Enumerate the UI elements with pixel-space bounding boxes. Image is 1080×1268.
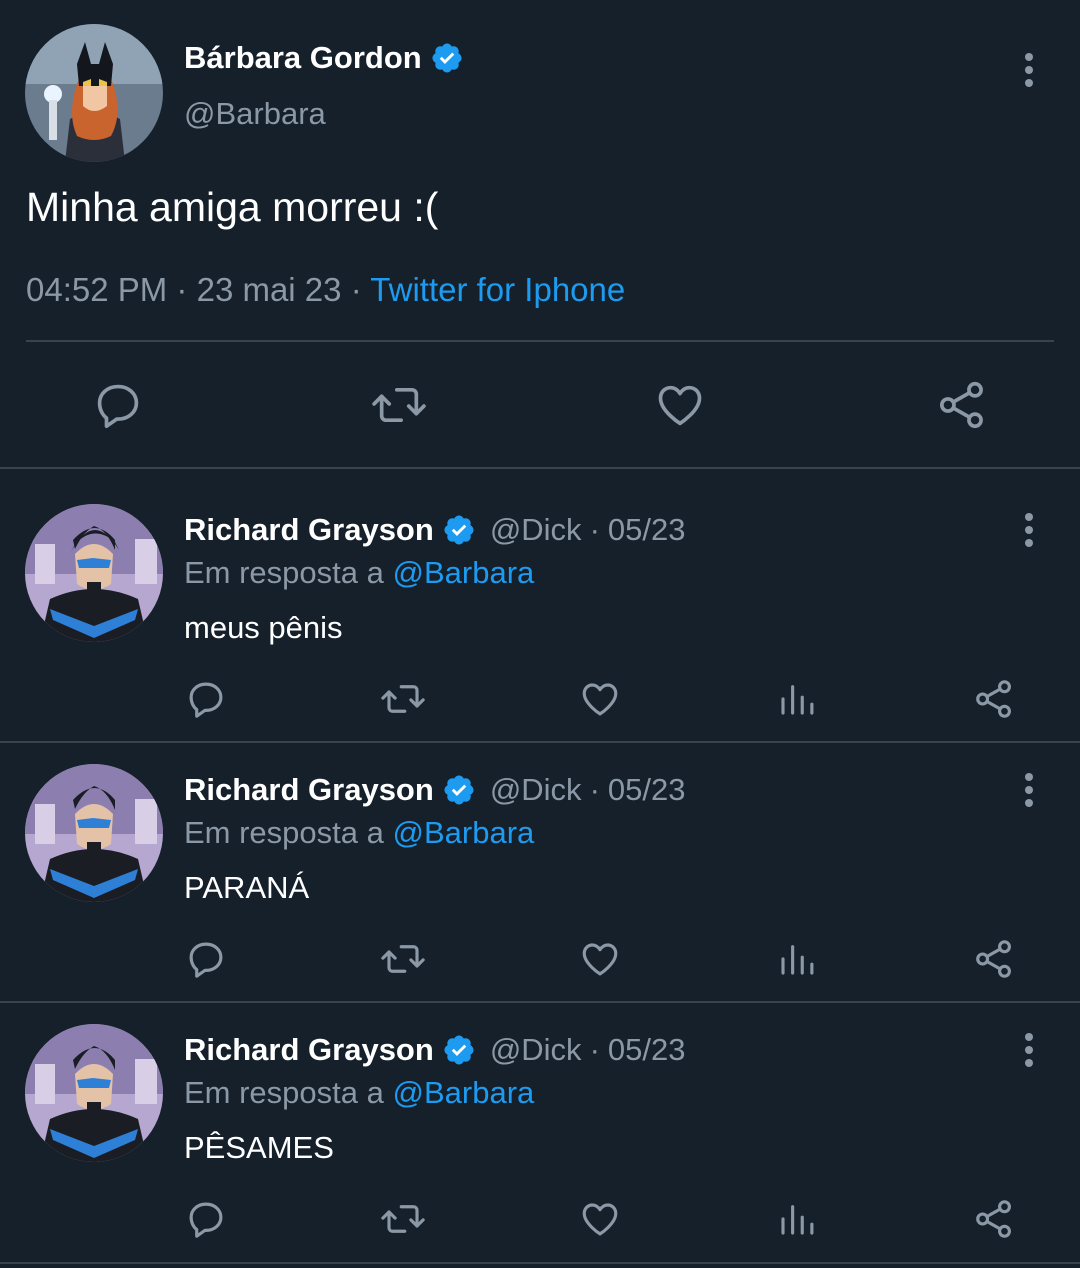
verified-badge-icon	[444, 1035, 474, 1065]
views-button[interactable]	[776, 1198, 818, 1240]
reply-prefix: Em resposta a	[184, 1075, 384, 1110]
like-icon	[582, 943, 618, 976]
like-button[interactable]	[654, 379, 706, 431]
like-icon	[582, 1203, 618, 1236]
nightwing-avatar-image	[25, 1024, 163, 1162]
reply-mention-link[interactable]: @Barbara	[393, 815, 535, 850]
tweet-time: 04:52 PM	[26, 271, 168, 308]
reply-icon	[189, 942, 223, 978]
reply-button[interactable]	[185, 678, 227, 720]
reply-author-handle: @Dick	[489, 512, 582, 547]
batgirl-avatar-image	[25, 24, 163, 162]
reply-button[interactable]	[185, 938, 227, 980]
retweet-icon	[372, 387, 426, 423]
reply-context: Em resposta a @Barbara	[184, 815, 534, 851]
reply-text: PÊSAMES	[184, 1130, 334, 1165]
like-icon	[658, 385, 702, 426]
tweet-divider	[0, 467, 1080, 469]
meta-separator: ·	[589, 772, 600, 807]
share-button[interactable]	[936, 379, 988, 431]
reply-author-line[interactable]: Richard Grayson @Dick · 05/23	[184, 1032, 685, 1068]
meta-separator: ·	[589, 1032, 600, 1067]
tweet-divider	[0, 1262, 1080, 1264]
main-author-handle[interactable]: @Barbara	[184, 96, 326, 132]
views-icon	[781, 685, 814, 715]
reply-text: PARANÁ	[184, 870, 310, 905]
meta-separator: ·	[589, 512, 600, 547]
views-icon	[781, 1205, 814, 1235]
like-button[interactable]	[579, 1198, 621, 1240]
reply-date: 05/23	[607, 772, 686, 807]
verified-badge-icon	[444, 515, 474, 545]
reply-author-name: Richard Grayson	[184, 1032, 434, 1067]
tweet-meta: 04:52 PM · 23 mai 23 · Twitter for Iphon…	[26, 271, 625, 309]
nightwing-avatar-image	[25, 504, 163, 642]
like-icon	[582, 683, 618, 716]
reply-author-handle: @Dick	[489, 772, 582, 807]
more-options-icon[interactable]	[1023, 512, 1035, 548]
reply-author-name: Richard Grayson	[184, 772, 434, 807]
share-icon	[940, 381, 983, 429]
tweet-divider	[0, 1001, 1080, 1003]
richard-avatar[interactable]	[25, 504, 163, 642]
retweet-icon	[381, 1205, 425, 1233]
share-button[interactable]	[973, 938, 1015, 980]
reply-context: Em resposta a @Barbara	[184, 555, 534, 591]
retweet-icon	[381, 685, 425, 713]
more-options-icon[interactable]	[1023, 52, 1035, 88]
share-icon	[976, 680, 1011, 718]
reply-button[interactable]	[185, 1198, 227, 1240]
verified-badge-icon	[444, 775, 474, 805]
views-button[interactable]	[776, 678, 818, 720]
main-tweet-text: Minha amiga morreu :(	[26, 184, 439, 230]
nightwing-avatar-image	[25, 764, 163, 902]
share-icon	[976, 1200, 1011, 1238]
retweet-button[interactable]	[380, 678, 426, 720]
share-button[interactable]	[973, 1198, 1015, 1240]
share-icon	[976, 940, 1011, 978]
reply-text: meus pênis	[184, 610, 343, 645]
reply-mention-link[interactable]: @Barbara	[393, 1075, 535, 1110]
reply-context: Em resposta a @Barbara	[184, 1075, 534, 1111]
more-options-icon[interactable]	[1023, 1032, 1035, 1068]
reply-date: 05/23	[607, 512, 686, 547]
reply-author-handle: @Dick	[489, 1032, 582, 1067]
share-button[interactable]	[973, 678, 1015, 720]
tweet-date: 23 mai 23	[196, 271, 342, 308]
reply-icon	[97, 384, 139, 429]
richard-avatar[interactable]	[25, 1024, 163, 1162]
richard-avatar[interactable]	[25, 764, 163, 902]
reply-author-line[interactable]: Richard Grayson @Dick · 05/23	[184, 512, 685, 548]
main-author-name[interactable]: Bárbara Gordon	[184, 40, 464, 76]
tweet-divider	[0, 741, 1080, 743]
tweet-source-link[interactable]: Twitter for Iphone	[370, 271, 625, 308]
like-button[interactable]	[579, 938, 621, 980]
reply-date: 05/23	[607, 1032, 686, 1067]
like-button[interactable]	[579, 678, 621, 720]
reply-author-line[interactable]: Richard Grayson @Dick · 05/23	[184, 772, 685, 808]
views-button[interactable]	[776, 938, 818, 980]
reply-author-name: Richard Grayson	[184, 512, 434, 547]
retweet-button[interactable]	[380, 938, 426, 980]
retweet-button[interactable]	[380, 1198, 426, 1240]
meta-separator: ·	[350, 271, 362, 308]
barbara-avatar[interactable]	[25, 24, 163, 162]
retweet-icon	[381, 945, 425, 973]
reply-prefix: Em resposta a	[184, 555, 384, 590]
reply-button[interactable]	[92, 379, 144, 431]
author-name-text: Bárbara Gordon	[184, 40, 422, 75]
reply-mention-link[interactable]: @Barbara	[393, 555, 535, 590]
reply-prefix: Em resposta a	[184, 815, 384, 850]
retweet-button[interactable]	[370, 379, 428, 431]
verified-badge-icon	[432, 43, 462, 73]
meta-separator: ·	[176, 271, 188, 308]
meta-divider	[26, 340, 1054, 342]
reply-icon	[189, 1202, 223, 1238]
more-options-icon[interactable]	[1023, 772, 1035, 808]
reply-icon	[189, 682, 223, 718]
views-icon	[781, 945, 814, 975]
